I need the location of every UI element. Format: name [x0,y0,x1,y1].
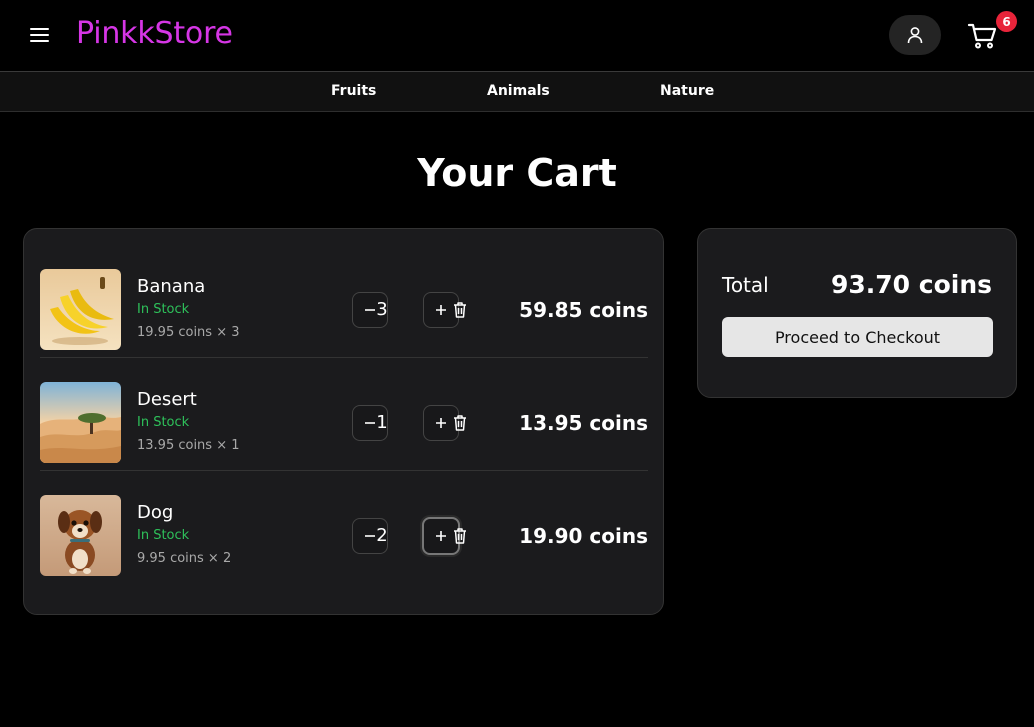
user-icon [907,27,923,44]
trash-icon [454,302,466,318]
desert-image [40,382,121,463]
plus-icon [436,305,446,315]
item-name[interactable]: Desert [137,389,197,410]
total-value: 93.70 coins [830,270,992,299]
remove-item-button[interactable] [451,300,469,320]
stock-status: In Stock [137,528,190,543]
quantity-value: 2 [376,525,388,546]
quantity-value: 1 [376,412,388,433]
stock-status: In Stock [137,302,190,317]
page-title: Your Cart [417,151,617,195]
trash-icon [454,528,466,544]
top-header: PinkkStore 6 [0,0,1034,71]
banana-image [40,269,121,350]
trash-icon [454,415,466,431]
unit-price: 19.95 coins × 3 [137,325,240,340]
item-name[interactable]: Banana [137,276,205,297]
brand-logo[interactable]: PinkkStore [76,16,233,51]
quantity-value: 3 [376,299,388,320]
category-nav: Fruits Animals Nature [0,71,1034,112]
order-summary-panel: Total 93.70 coins Proceed to Checkout [697,228,1017,398]
account-button[interactable] [889,15,941,55]
cart-item-row: Desert In Stock 13.95 coins × 1 1 13.95 … [40,358,648,471]
cart-item-row: Banana In Stock 19.95 coins × 3 3 59.85 … [40,245,648,358]
line-total: 13.95 coins [519,411,648,435]
plus-icon [436,531,446,541]
nav-item-nature[interactable]: Nature [660,83,714,99]
unit-price: 9.95 coins × 2 [137,551,232,566]
line-total: 59.85 coins [519,298,648,322]
hamburger-menu-icon[interactable] [29,25,51,45]
cart-items-panel: Banana In Stock 19.95 coins × 3 3 59.85 … [23,228,664,615]
dog-image [40,495,121,576]
cart-count-badge: 6 [996,11,1017,32]
nav-item-animals[interactable]: Animals [487,83,550,99]
remove-item-button[interactable] [451,526,469,546]
checkout-button[interactable]: Proceed to Checkout [722,317,993,357]
remove-item-button[interactable] [451,413,469,433]
unit-price: 13.95 coins × 1 [137,438,240,453]
nav-item-fruits[interactable]: Fruits [331,83,376,99]
line-total: 19.90 coins [519,524,648,548]
stock-status: In Stock [137,415,190,430]
cart-button[interactable] [967,20,999,52]
total-label: Total [722,273,769,297]
shopping-cart-icon [967,23,997,49]
cart-item-row: Dog In Stock 9.95 coins × 2 2 19.90 coin… [40,471,648,584]
item-name[interactable]: Dog [137,502,173,523]
plus-icon [436,418,446,428]
